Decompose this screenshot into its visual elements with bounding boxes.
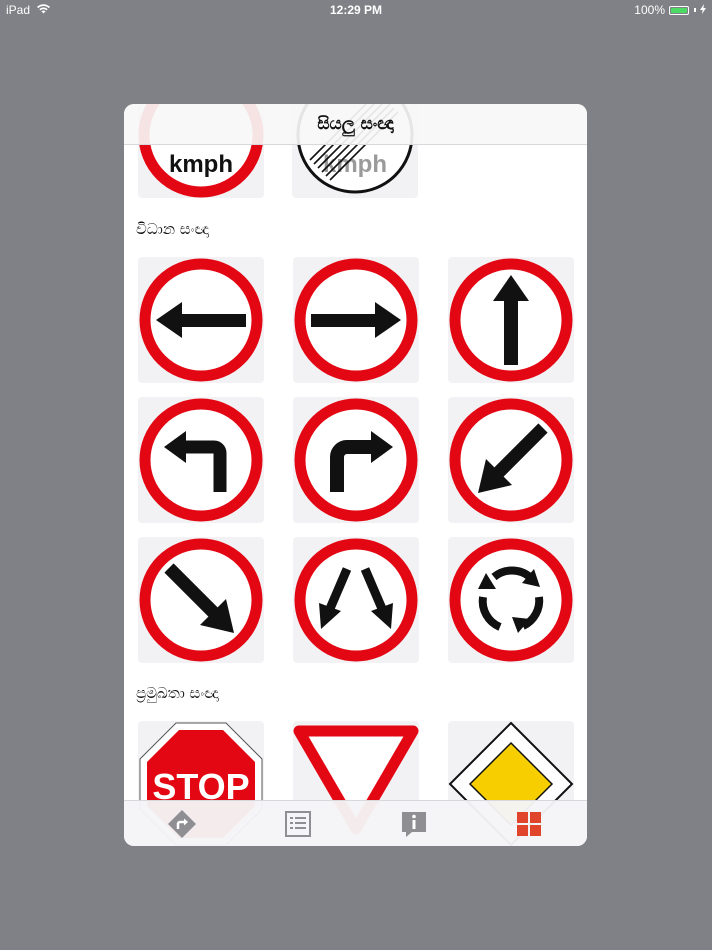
keep-right-sign-icon: [139, 538, 263, 662]
speed-limit-unit: kmph: [169, 151, 233, 178]
grid-icon: [517, 812, 541, 836]
keep-left-sign-icon: [449, 398, 573, 522]
route-sign-icon: [168, 810, 196, 838]
info-icon: [402, 812, 426, 837]
battery-tip: [694, 8, 696, 12]
turn-right-sign-icon: [294, 398, 418, 522]
sign-cell-pass-either-side[interactable]: [293, 537, 419, 663]
sign-cell-ahead-only[interactable]: [448, 257, 574, 383]
list-icon: [285, 811, 311, 837]
sign-cell-turn-left-ahead[interactable]: [138, 397, 264, 523]
roundabout-sign-icon: [449, 538, 573, 662]
up-arrow-sign-icon: [449, 258, 573, 382]
panel-title: සියලු සංඥා: [317, 114, 394, 134]
section-title-priority: ප්‍රමුඛතා සංඥා: [136, 684, 219, 702]
pass-either-side-sign-icon: [294, 538, 418, 662]
panel-header: සියලු සංඥා: [124, 104, 587, 145]
turn-left-sign-icon: [139, 398, 263, 522]
sign-cell-turn-left-only[interactable]: [138, 257, 264, 383]
signs-scroll-view[interactable]: kmph kmph විධාන සංඥා: [124, 104, 587, 846]
charging-icon: [700, 3, 706, 17]
tab-all-signs[interactable]: [514, 809, 544, 839]
battery-percent: 100%: [634, 3, 665, 17]
sign-cell-turn-right-only[interactable]: [293, 257, 419, 383]
sign-cell-keep-right[interactable]: [138, 537, 264, 663]
tab-list[interactable]: [283, 809, 313, 839]
left-arrow-sign-icon: [139, 258, 263, 382]
status-bar: iPad 12:29 PM 100%: [0, 0, 712, 20]
battery-icon: [669, 5, 689, 15]
sign-cell-roundabout[interactable]: [448, 537, 574, 663]
tab-bar: [124, 800, 587, 846]
status-time: 12:29 PM: [329, 3, 383, 17]
signs-panel: kmph kmph විධාන සංඥා: [124, 104, 587, 846]
tab-directions[interactable]: [167, 809, 197, 839]
tab-info[interactable]: [399, 809, 429, 839]
status-right: 100%: [634, 3, 706, 17]
sign-cell-turn-right-ahead[interactable]: [293, 397, 419, 523]
right-arrow-sign-icon: [294, 258, 418, 382]
sign-cell-keep-left[interactable]: [448, 397, 574, 523]
section-title-mandatory: විධාන සංඥා: [136, 220, 209, 238]
